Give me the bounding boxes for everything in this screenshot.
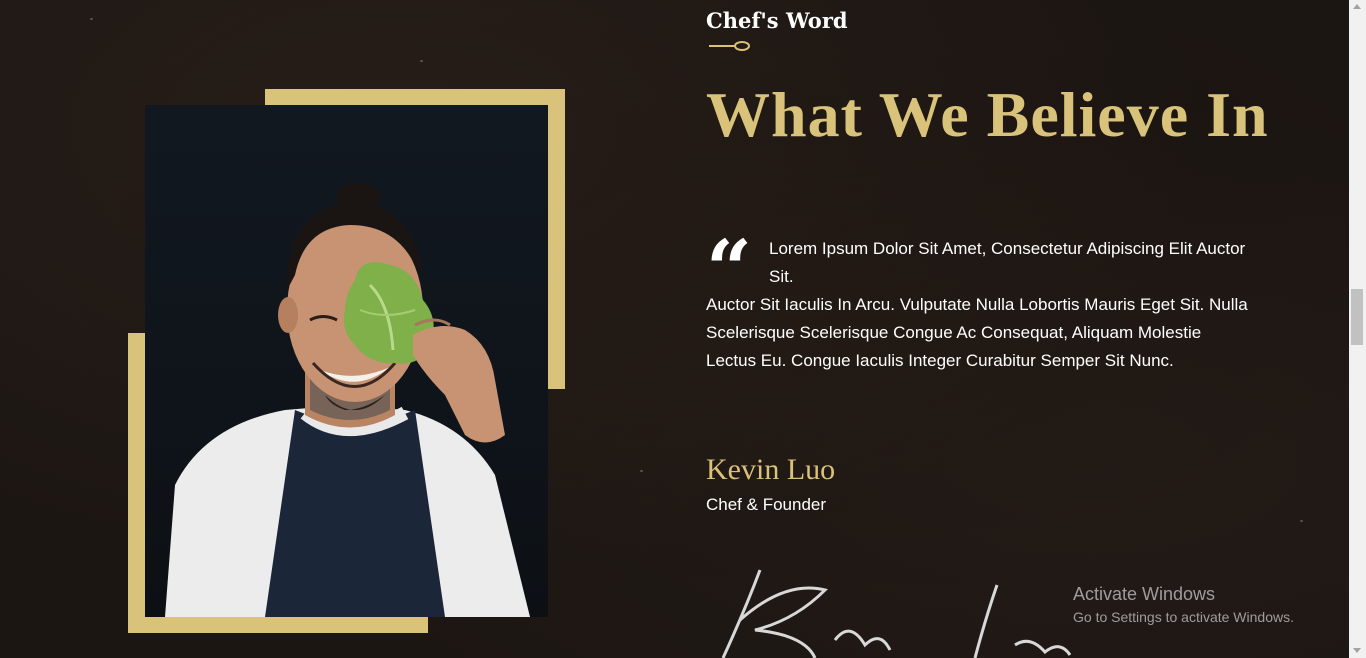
texture-speck — [1300, 520, 1303, 522]
scroll-down-arrow-icon[interactable] — [1353, 648, 1361, 653]
activation-watermark-subtitle: Go to Settings to activate Windows. — [1073, 609, 1294, 625]
spoon-divider-icon — [709, 41, 750, 51]
chef-name: Kevin Luo — [706, 453, 836, 486]
signature-image — [721, 569, 1072, 658]
texture-speck — [640, 470, 643, 472]
vertical-scrollbar[interactable] — [1349, 0, 1366, 658]
section-heading: What We Believe In — [706, 79, 1269, 150]
chef-photo — [145, 105, 548, 617]
scroll-up-arrow-icon[interactable] — [1353, 4, 1361, 9]
chef-illustration — [165, 183, 530, 617]
quote-text-first: Lorem Ipsum Dolor Sit Amet, Consectetur … — [769, 239, 1246, 286]
section-kicker: Chef's Word — [706, 8, 848, 33]
chef-role: Chef & Founder — [706, 495, 827, 514]
quote-text-body: Auctor Sit Iaculis In Arcu. Vulputate Nu… — [706, 295, 1248, 370]
texture-speck — [90, 18, 93, 20]
activation-watermark-title: Activate Windows — [1073, 584, 1216, 604]
scroll-thumb[interactable] — [1351, 289, 1363, 345]
texture-speck — [420, 60, 423, 62]
